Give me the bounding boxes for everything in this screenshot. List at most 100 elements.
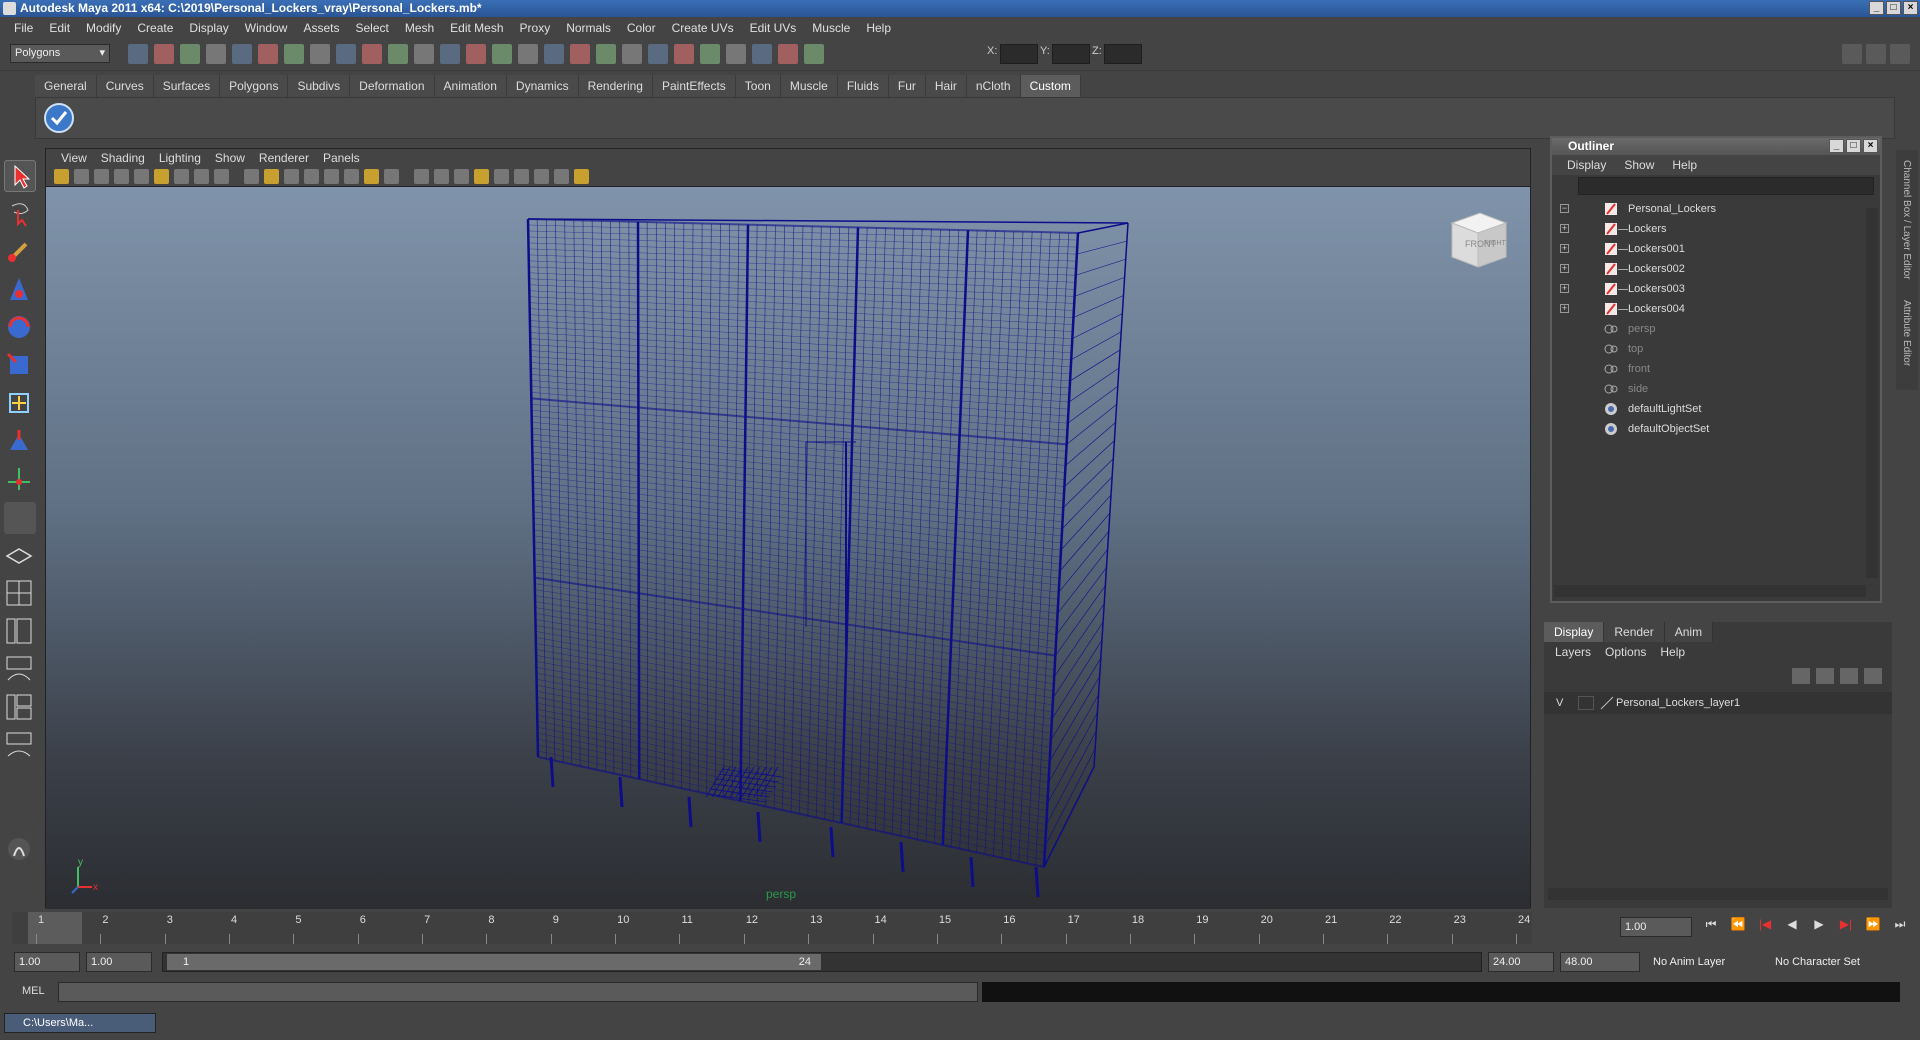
outliner-maximize-button[interactable]: □ (1846, 139, 1861, 153)
menu-select[interactable]: Select (347, 21, 396, 35)
viewport-tool-icon[interactable] (574, 169, 589, 184)
viewport-tool-icon[interactable] (384, 169, 399, 184)
select-by-hierarchy-icon[interactable] (206, 44, 226, 64)
new-scene-icon[interactable] (128, 44, 148, 64)
expand-toggle-icon[interactable]: − (1560, 204, 1569, 213)
shelf-tab-polygons[interactable]: Polygons (220, 75, 289, 97)
layer-tab-render[interactable]: Render (1604, 622, 1665, 642)
minimized-window-item[interactable]: C:\Users\Ma... (4, 1013, 156, 1033)
viewport-tool-icon[interactable] (134, 169, 149, 184)
outliner-item[interactable]: + Lockers004 (1552, 299, 1880, 319)
outliner-item[interactable]: + Lockers002 (1552, 259, 1880, 279)
paint-select-tool-icon[interactable] (4, 236, 36, 268)
open-scene-icon[interactable] (154, 44, 174, 64)
play-forwards-button[interactable]: ▶ (1808, 917, 1830, 937)
outliner-item[interactable]: − Personal_Lockers (1552, 199, 1880, 219)
channel-box-tab[interactable]: Channel Box / Layer Editor (1901, 160, 1912, 280)
viewport-tool-icon[interactable] (264, 169, 279, 184)
menu-help[interactable]: Help (858, 21, 899, 35)
snap-curve-icon[interactable] (310, 44, 330, 64)
shelf-tab-hair[interactable]: Hair (925, 75, 967, 97)
layer-menu-options[interactable]: Options (1598, 642, 1653, 662)
playback-end-field[interactable]: 24.00 (1488, 952, 1554, 972)
play-backwards-button[interactable]: ◀ (1781, 917, 1803, 937)
viewport-tool-icon[interactable] (324, 169, 339, 184)
outliner-vertical-scrollbar[interactable] (1866, 208, 1878, 578)
tool-settings-toggle-icon[interactable] (1890, 44, 1910, 64)
render-settings-icon[interactable] (492, 44, 512, 64)
anim-layer-selector[interactable]: No Anim Layer (1648, 952, 1758, 972)
menu-assets[interactable]: Assets (295, 21, 347, 35)
layer-color-icon[interactable] (1600, 696, 1614, 710)
outliner-menu-display[interactable]: Display (1558, 155, 1615, 175)
outliner-item[interactable]: defaultLightSet (1552, 399, 1880, 419)
anim-start-field[interactable]: 1.00 (14, 952, 80, 972)
shelf-tab-muscle[interactable]: Muscle (780, 75, 838, 97)
command-language-label[interactable]: MEL (22, 985, 45, 997)
step-forward-key-button[interactable]: ⏩ (1862, 917, 1884, 937)
viewport-canvas[interactable]: FRONT RIGHT y x persp (46, 187, 1530, 909)
shelf-tab-dynamics[interactable]: Dynamics (506, 75, 579, 97)
construction-history-icon[interactable] (544, 44, 564, 64)
shelf-tab-painteffects[interactable]: PaintEffects (652, 75, 736, 97)
menu-mesh[interactable]: Mesh (397, 21, 442, 35)
menu-create[interactable]: Create (129, 21, 181, 35)
custom-layout-icon[interactable] (4, 730, 36, 762)
viewport-tool-icon[interactable] (154, 169, 169, 184)
anim-end-field[interactable]: 48.00 (1560, 952, 1640, 972)
go-to-start-button[interactable]: ⏮ (1700, 917, 1722, 937)
viewport-tool-icon[interactable] (304, 169, 319, 184)
viewport-tool-icon[interactable] (414, 169, 429, 184)
render-frame-icon[interactable] (440, 44, 460, 64)
snap-view-plane-icon[interactable] (362, 44, 382, 64)
output-ops-icon[interactable] (596, 44, 616, 64)
step-back-key-button[interactable]: ⏪ (1727, 917, 1749, 937)
layer-row[interactable]: V Personal_Lockers_layer1 (1544, 692, 1892, 714)
range-slider[interactable]: 1 24 (162, 952, 1482, 972)
outliner-item[interactable]: persp (1552, 319, 1880, 339)
z-field[interactable] (1104, 44, 1142, 64)
custom-shelf-check-icon[interactable] (42, 101, 76, 135)
menu-display[interactable]: Display (181, 21, 236, 35)
menu-edit[interactable]: Edit (41, 21, 78, 35)
outliner-item[interactable]: side (1552, 379, 1880, 399)
ipr-render-icon[interactable] (466, 44, 486, 64)
layer-tab-display[interactable]: Display (1544, 622, 1605, 642)
layer-menu-layers[interactable]: Layers (1548, 642, 1598, 662)
camera-tools-icon[interactable] (726, 44, 746, 64)
maximize-button[interactable]: □ (1886, 1, 1901, 15)
hypershade-persp-layout-icon[interactable] (4, 692, 36, 724)
viewport-tool-icon[interactable] (434, 169, 449, 184)
step-forward-frame-button[interactable]: ▶| (1835, 917, 1857, 937)
menu-modify[interactable]: Modify (78, 21, 129, 35)
viewport-tool-icon[interactable] (244, 169, 259, 184)
layer-horizontal-scrollbar[interactable] (1548, 888, 1888, 900)
menu-muscle[interactable]: Muscle (804, 21, 858, 35)
select-by-object-type-icon[interactable] (232, 44, 252, 64)
rotate-tool-icon[interactable] (4, 312, 36, 344)
lockers-wireframe-model[interactable] (46, 187, 1532, 909)
add-selected-to-layer-icon[interactable] (1840, 668, 1858, 684)
outliner-close-button[interactable]: × (1863, 139, 1878, 153)
layer-tab-anim[interactable]: Anim (1664, 622, 1714, 642)
shelf-tab-toon[interactable]: Toon (735, 75, 781, 97)
viewport-tool-icon[interactable] (284, 169, 299, 184)
shelf-tab-subdivs[interactable]: Subdivs (288, 75, 351, 97)
viewport-tool-icon[interactable] (534, 169, 549, 184)
vray-render-icon[interactable] (648, 44, 668, 64)
menu-window[interactable]: Window (237, 21, 296, 35)
history-icon[interactable] (414, 44, 434, 64)
viewport-tool-icon[interactable] (454, 169, 469, 184)
viewport-tool-icon[interactable] (364, 169, 379, 184)
single-pane-layout-icon[interactable] (4, 540, 36, 572)
move-tool-icon[interactable] (4, 274, 36, 306)
viewport-menu-lighting[interactable]: Lighting (152, 149, 208, 167)
character-controls-icon[interactable] (4, 834, 36, 866)
expand-toggle-icon[interactable]: + (1560, 264, 1569, 273)
select-by-component-icon[interactable] (258, 44, 278, 64)
viewport-tool-icon[interactable] (94, 169, 109, 184)
time-slider[interactable]: 1 2 3 4 5 6 7 8 9 10 11 12 13 14 15 16 17 18 19 20 21 22 23 24 (12, 912, 1532, 944)
create-layer-from-selected-icon[interactable] (1864, 668, 1882, 684)
menu-create-uvs[interactable]: Create UVs (664, 21, 742, 35)
channel-box-toggle-icon[interactable] (1842, 44, 1862, 64)
